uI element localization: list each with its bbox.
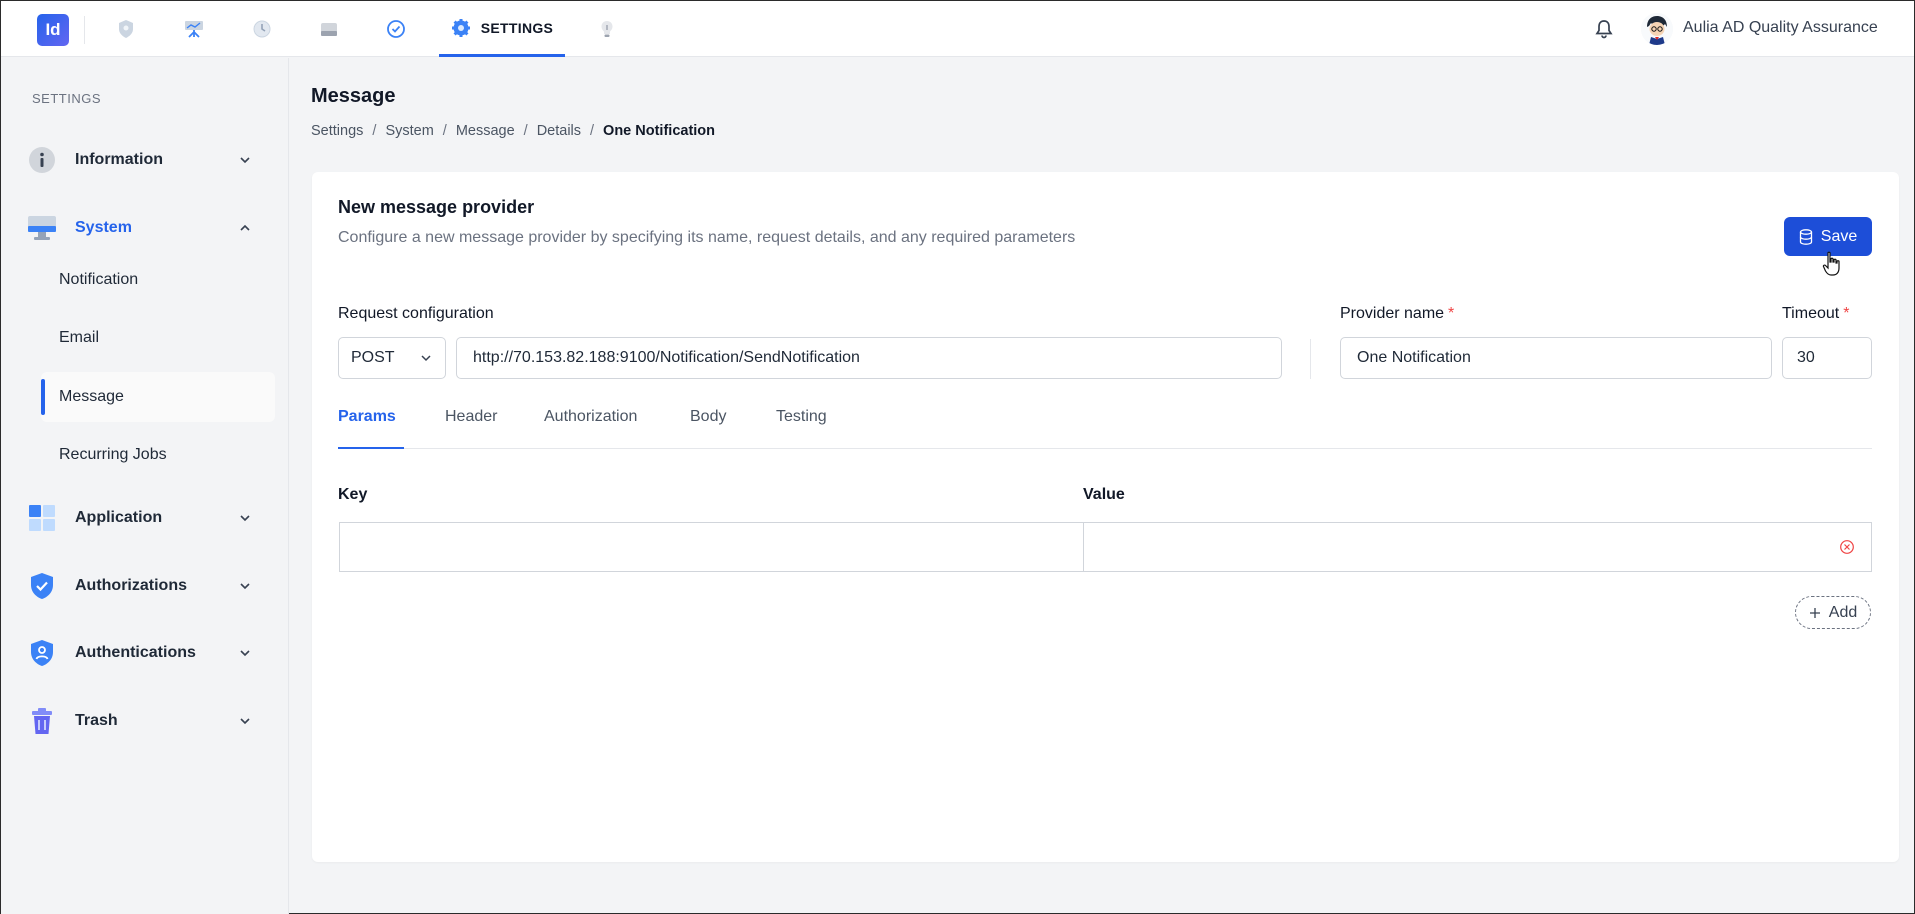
database-icon <box>1799 228 1812 245</box>
sidebar: SETTINGS Information System Notification… <box>1 58 289 914</box>
apps-grid-icon <box>27 503 57 533</box>
shield-icon[interactable] <box>113 16 139 42</box>
chevron-down-icon <box>421 355 431 362</box>
monitor-icon <box>27 213 57 243</box>
provider-form-card: New message provider Configure a new mes… <box>312 172 1899 862</box>
sidebar-item-application[interactable]: Application <box>27 496 267 540</box>
sidebar-item-system[interactable]: System <box>27 206 267 250</box>
form-title: New message provider <box>338 197 535 217</box>
sidebar-item-label: Application <box>75 509 163 526</box>
trash-icon <box>27 706 57 736</box>
provider-name-value: One Notification <box>1357 349 1471 366</box>
sidebar-item-label: Authorizations <box>75 577 187 594</box>
check-circle-icon[interactable] <box>383 16 409 42</box>
sidebar-subitem-notification[interactable]: Notification <box>41 255 275 305</box>
sidebar-subitem-label: Message <box>59 388 124 405</box>
key-column-header: Key <box>338 486 368 503</box>
shield-user-icon <box>27 638 57 668</box>
timeout-value: 30 <box>1797 349 1815 366</box>
chevron-down-icon <box>240 718 250 725</box>
sidebar-subitem-email[interactable]: Email <box>41 313 275 363</box>
sidebar-item-label: Information <box>75 151 163 168</box>
breadcrumb-item[interactable]: Details <box>537 123 581 139</box>
url-input[interactable]: http://70.153.82.188:9100/Notification/S… <box>456 337 1282 379</box>
breadcrumb-item[interactable]: Settings <box>311 123 363 139</box>
method-value: POST <box>351 349 395 366</box>
chevron-up-icon <box>240 224 250 231</box>
shield-check-icon <box>27 571 57 601</box>
param-value-input[interactable] <box>1084 523 1871 571</box>
tab-body[interactable]: Body <box>690 404 726 449</box>
sidebar-subitem-label: Email <box>59 329 100 346</box>
provider-name-label: Provider name * <box>1340 305 1455 322</box>
timeout-label: Timeout * <box>1782 305 1850 322</box>
url-value: http://70.153.82.188:9100/Notification/S… <box>473 349 860 366</box>
avatar[interactable] <box>1641 13 1673 45</box>
tab-header[interactable]: Header <box>445 404 497 449</box>
param-row <box>339 522 1872 572</box>
breadcrumb: Settings / System / Message / Details / … <box>311 123 715 139</box>
breadcrumb-item[interactable]: Message <box>456 123 515 139</box>
clock-icon[interactable] <box>249 16 275 42</box>
sidebar-item-trash[interactable]: Trash <box>27 699 267 743</box>
value-column-header: Value <box>1083 486 1125 503</box>
gear-icon <box>451 18 470 37</box>
remove-circle-icon[interactable] <box>1839 539 1855 555</box>
required-mark: * <box>1448 305 1455 322</box>
chevron-down-icon <box>240 157 250 164</box>
tab-settings[interactable]: SETTINGS <box>439 1 565 57</box>
request-config-label: Request configuration <box>338 305 494 322</box>
divider <box>84 16 85 44</box>
hand-pointer-icon <box>1822 251 1840 276</box>
presentation-icon[interactable] <box>181 16 207 42</box>
chevron-down-icon <box>240 583 250 590</box>
method-select[interactable]: POST <box>338 337 446 379</box>
drive-icon[interactable] <box>316 16 342 42</box>
breadcrumb-separator: / <box>442 123 447 139</box>
breadcrumb-separator: / <box>523 123 528 139</box>
sidebar-subitem-label: Recurring Jobs <box>59 446 167 463</box>
form-description: Configure a new message provider by spec… <box>338 229 1076 246</box>
tab-testing[interactable]: Testing <box>776 404 827 449</box>
breadcrumb-current: One Notification <box>603 123 716 139</box>
bell-icon[interactable] <box>1593 18 1615 40</box>
breadcrumb-separator: / <box>590 123 595 139</box>
required-mark: * <box>1843 305 1850 322</box>
sidebar-item-authentications[interactable]: Authentications <box>27 631 267 675</box>
user-name[interactable]: Aulia AD Quality Assurance <box>1683 19 1878 37</box>
sidebar-subitem-recurring-jobs[interactable]: Recurring Jobs <box>41 430 275 480</box>
provider-name-input[interactable]: One Notification <box>1340 337 1772 379</box>
param-key-input[interactable] <box>340 523 1084 571</box>
sidebar-item-authorizations[interactable]: Authorizations <box>27 564 267 608</box>
page-title: Message <box>311 85 396 107</box>
request-tabs: Params Header Authorization Body Testing <box>338 404 1872 449</box>
chevron-down-icon <box>240 515 250 522</box>
sidebar-item-label: Trash <box>75 712 118 729</box>
sidebar-subitem-label: Notification <box>59 271 139 288</box>
info-icon <box>27 145 57 175</box>
add-param-button[interactable]: Add <box>1795 596 1871 629</box>
chevron-down-icon <box>240 650 250 657</box>
tab-params[interactable]: Params <box>338 404 404 449</box>
app-logo[interactable]: Id <box>37 14 69 46</box>
tab-settings-label: SETTINGS <box>480 19 554 36</box>
sidebar-subitem-message[interactable]: Message <box>41 372 275 422</box>
tab-authorization[interactable]: Authorization <box>544 404 637 449</box>
add-label: Add <box>1828 603 1858 621</box>
timeout-input[interactable]: 30 <box>1782 337 1872 379</box>
plus-icon <box>1809 607 1820 618</box>
bulb-icon[interactable] <box>594 16 620 42</box>
top-navbar: Id SETTINGS Aulia AD Quality Assurance <box>1 1 1914 57</box>
sidebar-item-label: System <box>75 219 132 236</box>
save-label: Save <box>1820 227 1858 245</box>
breadcrumb-separator: / <box>372 123 377 139</box>
sidebar-item-label: Authentications <box>75 644 196 661</box>
sidebar-title: SETTINGS <box>32 91 102 106</box>
divider <box>1310 339 1311 379</box>
breadcrumb-item[interactable]: System <box>385 123 433 139</box>
sidebar-item-information[interactable]: Information <box>27 138 267 182</box>
